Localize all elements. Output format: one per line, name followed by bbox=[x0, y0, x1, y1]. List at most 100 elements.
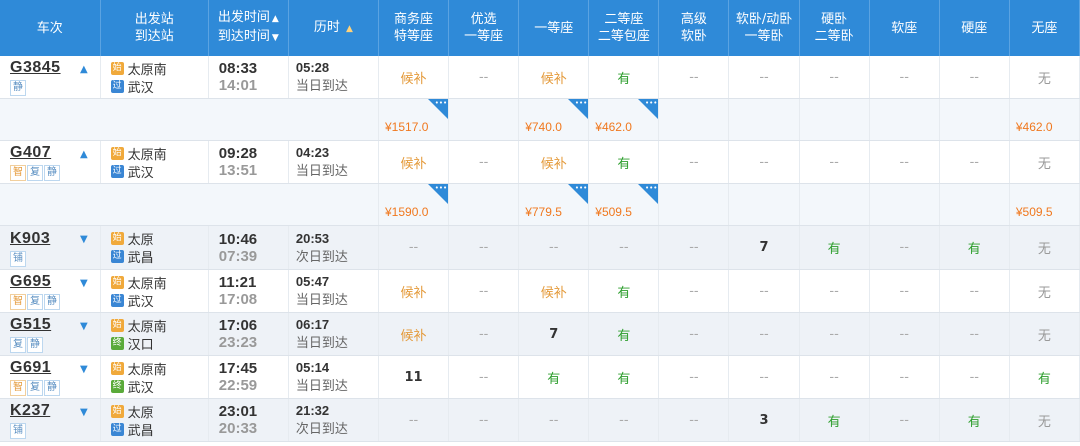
duration-cell: 20:53 次日到达 bbox=[288, 225, 380, 270]
caret-up-icon[interactable]: ▲ bbox=[80, 64, 88, 75]
price-row: ••• ¥1590.0 ••• ¥779.5 ••• ¥509.5 ¥509.5 bbox=[0, 183, 1080, 226]
seat-availability: -- bbox=[969, 326, 979, 342]
seat-availability: 候补 bbox=[400, 156, 427, 172]
seat-availability: 7 bbox=[549, 326, 559, 342]
train-feature-tag: 复 bbox=[27, 294, 43, 310]
price-second-cell: ••• ¥509.5 bbox=[588, 183, 660, 226]
table-row[interactable]: G515 ▼ 复静 始太原南 终汉口 17:06 23:23 06:17 当日到… bbox=[0, 312, 1080, 356]
train-number-link[interactable]: K237 bbox=[10, 402, 50, 419]
seat-soft-sleeper-cell[interactable]: 7 bbox=[728, 225, 800, 270]
seat-hard-sleeper-cell[interactable]: 有 bbox=[799, 398, 870, 442]
seat-preferred-first-cell: -- bbox=[448, 398, 520, 442]
times-cell: 17:06 23:23 bbox=[208, 312, 289, 356]
train-feature-tag: 智 bbox=[10, 165, 26, 181]
seat-second-cell[interactable]: 有 bbox=[588, 140, 660, 184]
price-soft-sleeper-cell bbox=[728, 98, 800, 141]
seat-availability: -- bbox=[408, 240, 419, 255]
caret-down-icon[interactable]: ▼ bbox=[80, 407, 88, 418]
seat-first-cell[interactable]: 有 bbox=[518, 355, 590, 399]
arrival-station-badge: 终 bbox=[110, 336, 124, 350]
train-number-link[interactable]: G407 bbox=[10, 144, 51, 161]
seat-first-cell[interactable]: 7 bbox=[518, 312, 590, 356]
price-soft-sleeper-cell bbox=[728, 183, 800, 226]
train-number-link[interactable]: G695 bbox=[10, 273, 51, 290]
seat-soft-sleeper-cell: -- bbox=[728, 56, 800, 99]
times-cell: 10:46 07:39 bbox=[208, 225, 289, 270]
caret-up-icon[interactable]: ▲ bbox=[80, 149, 88, 160]
table-row[interactable]: K903 ▼ 铺 始太原 过武昌 10:46 07:39 20:53 次日到达 … bbox=[0, 225, 1080, 270]
col-duration[interactable]: 历时 ▲ bbox=[288, 0, 380, 56]
seat-first-cell[interactable]: 候补 bbox=[518, 56, 590, 99]
train-number-link[interactable]: K903 bbox=[10, 230, 50, 247]
seat-availability: -- bbox=[899, 326, 909, 342]
seat-hard-sleeper-cell[interactable]: 有 bbox=[799, 225, 870, 270]
seat-availability: -- bbox=[478, 240, 489, 255]
seat-first-cell[interactable]: 候补 bbox=[518, 269, 590, 313]
arrival-time: 07:39 bbox=[218, 247, 258, 265]
arrival-time: 22:59 bbox=[218, 377, 258, 394]
seat-availability: 有 bbox=[827, 414, 841, 430]
seat-availability: 有 bbox=[617, 71, 631, 87]
arrival-station: 武汉 bbox=[127, 165, 154, 181]
stations-cell: 始太原 过武昌 bbox=[100, 225, 209, 270]
train-feature-tag: 智 bbox=[10, 294, 26, 310]
seat-availability: 候补 bbox=[540, 285, 567, 301]
table-row[interactable]: G691 ▼ 智复静 始太原南 终武汉 17:45 22:59 05:14 当日… bbox=[0, 355, 1080, 399]
table-row[interactable]: G695 ▼ 智复静 始太原南 过武汉 11:21 17:08 05:47 当日… bbox=[0, 269, 1080, 313]
duration: 05:14 bbox=[295, 360, 330, 375]
seat-availability: -- bbox=[759, 369, 769, 385]
price-soft-seat-cell bbox=[869, 183, 940, 226]
seat-soft-sleeper-cell: -- bbox=[728, 269, 800, 313]
col-train-no: 车次 bbox=[0, 0, 101, 56]
departure-station: 太原南 bbox=[127, 362, 167, 378]
train-feature-tag: 静 bbox=[44, 294, 60, 310]
duration: 04:23 bbox=[295, 145, 330, 160]
caret-down-icon[interactable]: ▼ bbox=[80, 278, 88, 289]
arrival-time: 14:01 bbox=[218, 77, 258, 94]
seat-second-cell[interactable]: 有 bbox=[588, 269, 660, 313]
seat-second-cell[interactable]: 有 bbox=[588, 355, 660, 399]
seat-first-cell[interactable]: 候补 bbox=[518, 140, 590, 184]
table-row[interactable]: G3845 ▲ 静 始太原南 过武汉 08:33 14:01 05:28 当日到… bbox=[0, 56, 1080, 99]
duration-cell: 05:47 当日到达 bbox=[288, 269, 380, 313]
arrival-station-badge: 过 bbox=[110, 422, 124, 436]
train-number-link[interactable]: G515 bbox=[10, 316, 51, 333]
seat-business-cell[interactable]: 11 bbox=[378, 355, 450, 399]
seat-availability: -- bbox=[899, 412, 909, 428]
seat-hard-seat-cell[interactable]: 有 bbox=[939, 398, 1010, 442]
seat-business-cell[interactable]: 候补 bbox=[378, 56, 450, 99]
seat-availability: -- bbox=[829, 326, 839, 342]
train-number-link[interactable]: G3845 bbox=[10, 59, 61, 76]
caret-down-icon[interactable]: ▼ bbox=[80, 364, 88, 375]
seat-price: ¥462.0 bbox=[595, 120, 632, 134]
times-cell: 09:28 13:51 bbox=[208, 140, 289, 184]
seat-soft-sleeper-cell[interactable]: 3 bbox=[728, 398, 800, 442]
seat-second-cell[interactable]: 有 bbox=[588, 312, 660, 356]
arrival-station-badge: 过 bbox=[110, 79, 124, 93]
duration-cell: 04:23 当日到达 bbox=[288, 140, 380, 184]
seat-business-cell[interactable]: 候补 bbox=[378, 140, 450, 184]
seat-no-seat-cell[interactable]: 有 bbox=[1009, 355, 1080, 399]
table-row[interactable]: G407 ▲ 智复静 始太原南 过武汉 09:28 13:51 04:23 当日… bbox=[0, 140, 1080, 184]
seat-second-cell[interactable]: 有 bbox=[588, 56, 660, 99]
seat-availability: 3 bbox=[759, 412, 769, 428]
train-number-link[interactable]: G691 bbox=[10, 359, 51, 376]
col-stations: 出发站 到达站 bbox=[100, 0, 209, 56]
seat-hard-seat-cell[interactable]: 有 bbox=[939, 225, 1010, 270]
sort-up-icon[interactable]: ▲ bbox=[272, 14, 279, 24]
seat-soft-seat-cell: -- bbox=[869, 140, 940, 184]
seat-availability: -- bbox=[478, 412, 489, 428]
seat-business-cell[interactable]: 候补 bbox=[378, 269, 450, 313]
seat-availability: 有 bbox=[617, 328, 631, 344]
caret-down-icon[interactable]: ▼ bbox=[80, 321, 88, 332]
caret-down-icon[interactable]: ▼ bbox=[80, 234, 88, 245]
table-row[interactable]: K237 ▼ 铺 始太原 过武昌 23:01 20:33 21:32 次日到达 … bbox=[0, 398, 1080, 442]
col-times[interactable]: 出发时间 ▲ 到达时间 ▼ bbox=[208, 0, 289, 56]
sort-up-icon[interactable]: ▲ bbox=[346, 24, 353, 34]
sort-down-icon[interactable]: ▼ bbox=[272, 33, 279, 43]
seat-adv-sleeper-cell: -- bbox=[658, 140, 730, 184]
seat-availability: -- bbox=[689, 69, 699, 85]
seat-business-cell: -- bbox=[378, 225, 450, 270]
seat-hard-seat-cell: -- bbox=[939, 312, 1010, 356]
seat-business-cell[interactable]: 候补 bbox=[378, 312, 450, 356]
